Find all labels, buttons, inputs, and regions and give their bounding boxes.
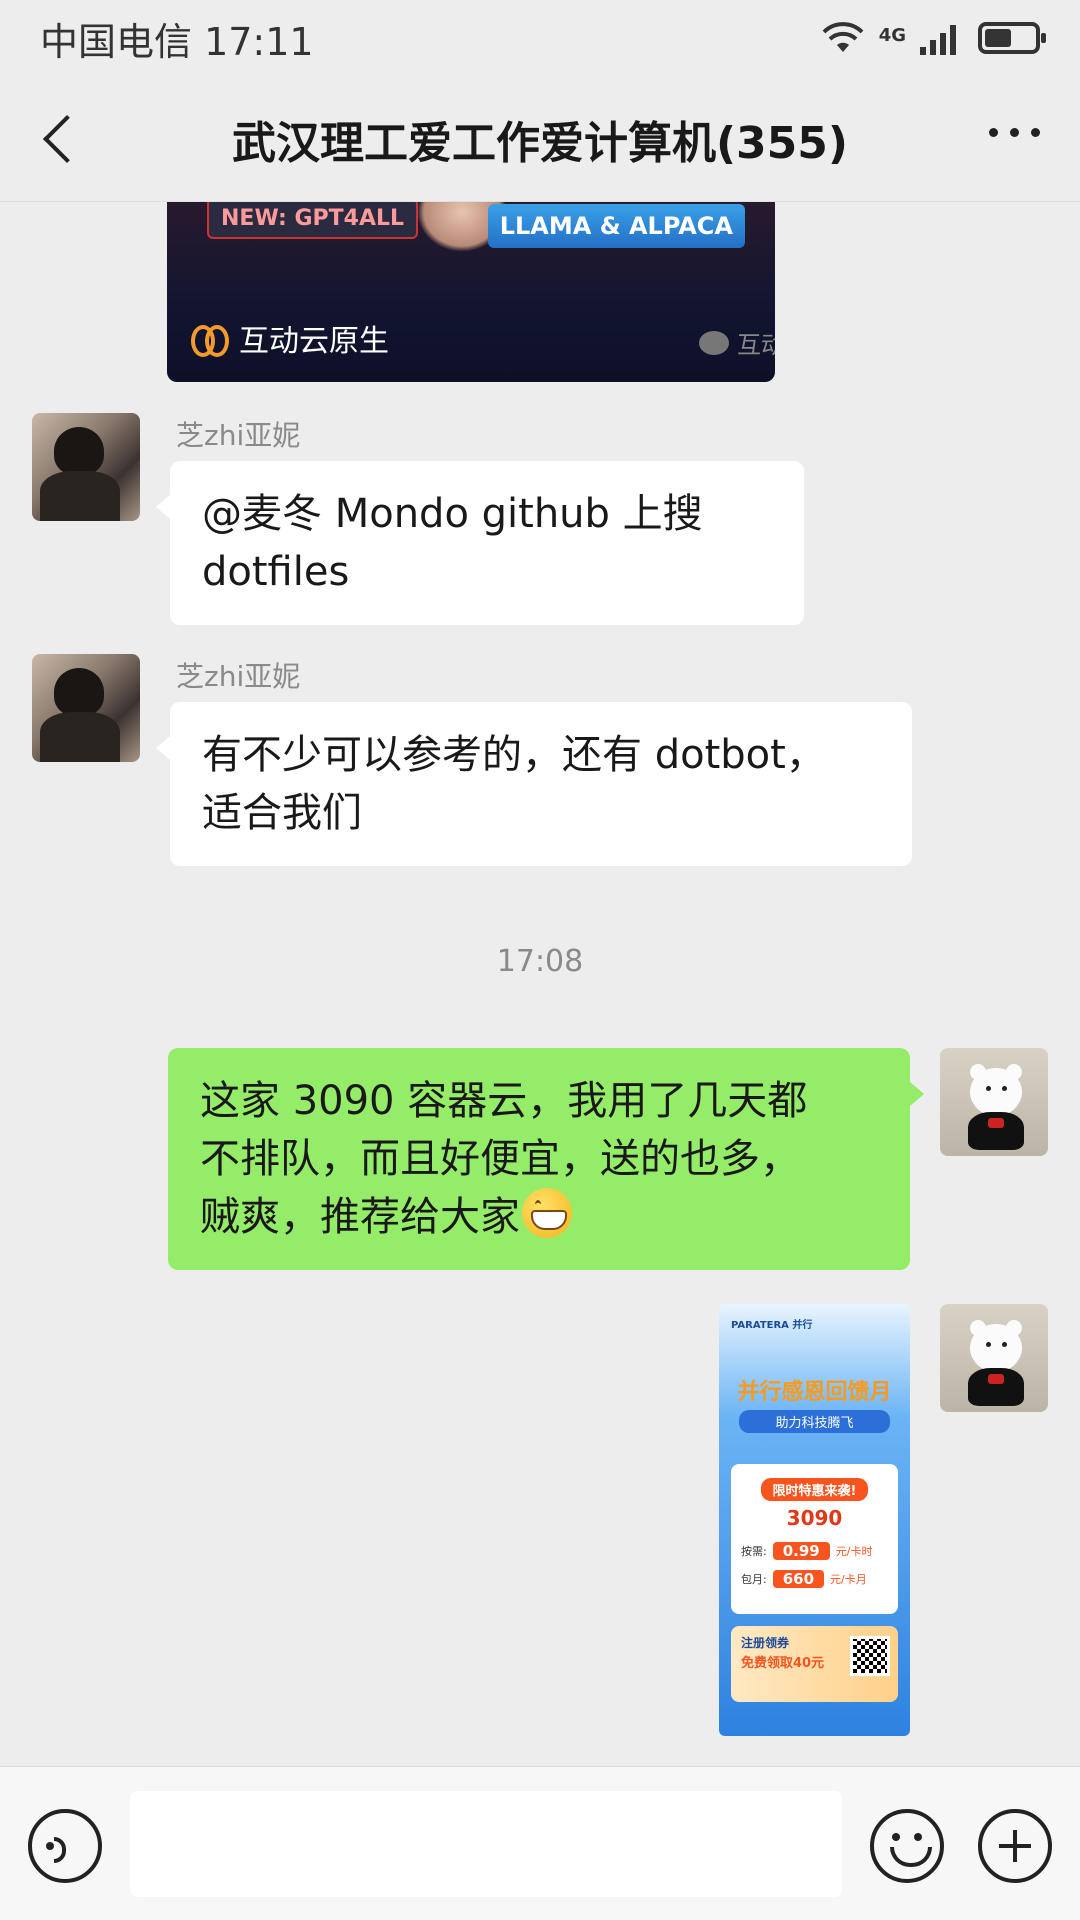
qr-code-icon [850,1636,890,1676]
poster-price-row: 按需: 0.99 元/卡时 [741,1542,888,1560]
message-input[interactable] [130,1791,842,1897]
wechat-label: 互动 [737,331,775,359]
poster-subtitle: 助力科技腾飞 [739,1410,890,1433]
poster-row-label: 按需: [741,1545,767,1558]
card-source-name: 互动云原生 [239,324,389,359]
message-text: 贼爽，推荐给大家 [200,1194,520,1240]
my-message-bubble[interactable]: 这家 3090 容器云，我用了几天都 不排队，而且好便宜，送的也多， 贼爽，推荐… [168,1048,924,1270]
wechat-mark: 互动 [699,325,775,360]
status-bar: 中国电信 17:11 4G [0,0,1080,76]
poster-price: 660 [772,1570,825,1588]
wechat-icon [699,330,729,355]
poster-unit: 元/卡月 [830,1573,867,1586]
card-tag-gpt4all: NEW: GPT4ALL [207,202,419,239]
network-type: 4G [878,25,906,46]
poster-unit: 元/卡时 [835,1545,873,1558]
message-text-line: 不排队，而且好便宜，送的也多， [200,1136,800,1182]
sender-name: 芝zhi亚妮 [176,419,301,452]
chat-title: 武汉理工爱工作爱计算机(355) [231,117,849,169]
poster-row-label: 包月: [741,1573,767,1586]
message-text-line: 贼爽，推荐给大家 [200,1188,878,1246]
card-source: 互动云原生 [191,316,389,360]
my-avatar[interactable] [940,1048,1048,1156]
poster-price: 0.99 [772,1542,830,1560]
card-tag-llama: LLAMA & ALPACA [487,204,745,248]
message-text-line: 有不少可以参考的，还有 dotbot， [202,732,826,778]
source-logo-icon [191,323,229,357]
plus-icon[interactable] [978,1809,1052,1883]
time-separator: 17:08 [496,944,584,979]
shared-article-card[interactable]: NEW: GPT4ALL LLAMA & ALPACA 互动云原生 互动 [167,202,775,382]
chat-messages[interactable]: NEW: GPT4ALL LLAMA & ALPACA 互动云原生 互动 芝zh… [0,202,1080,1766]
my-avatar[interactable] [940,1304,1048,1412]
chat-header: 武汉理工爱工作爱计算机(355) [0,76,1080,202]
message-bubble[interactable]: 有不少可以参考的，还有 dotbot， 适合我们 [156,702,912,866]
poster-coupon-offer: 免费领取40元 [741,1656,825,1671]
avatar[interactable] [32,654,140,762]
wifi-icon [822,22,864,52]
status-carrier-time: 中国电信 17:11 [40,19,314,64]
grin-emoji-icon [522,1188,572,1238]
message-text-line: dotfiles [202,549,350,595]
voice-icon[interactable] [28,1809,102,1883]
emoji-icon[interactable] [870,1809,944,1883]
signal-icon [920,21,956,55]
more-dots-icon[interactable] [989,128,1040,137]
image-message-poster[interactable]: PARATERA 并行 并行感恩回馈月 助力科技腾飞 限时特惠来袭! 3090 … [719,1304,910,1736]
sender-name: 芝zhi亚妮 [176,660,301,693]
message-bubble[interactable]: @麦冬 Mondo github 上搜 dotfiles [156,461,804,625]
poster-brand: PARATERA 并行 [731,1320,813,1331]
poster-gpu: 3090 [786,1506,843,1530]
poster-ribbon: 限时特惠来袭! [761,1478,868,1501]
message-text-line: @麦冬 Mondo github 上搜 [202,491,703,537]
battery-icon [978,22,1046,54]
poster-coupon: 注册领券 免费领取40元 [731,1626,898,1702]
message-text-line: 这家 3090 容器云，我用了几天都 [200,1078,808,1124]
back-arrow-icon[interactable] [40,114,90,164]
status-icons: 4G [821,21,1046,55]
message-text-line: 适合我们 [202,790,362,836]
poster-coupon-title: 注册领券 [741,1636,790,1650]
poster-price-row: 包月: 660 元/卡月 [741,1570,888,1588]
input-bar [0,1766,1080,1920]
avatar[interactable] [32,413,140,521]
poster-title: 并行感恩回馈月 [737,1380,892,1405]
poster-price-card: 限时特惠来袭! 3090 按需: 0.99 元/卡时 包月: 660 元/卡月 [731,1464,898,1614]
